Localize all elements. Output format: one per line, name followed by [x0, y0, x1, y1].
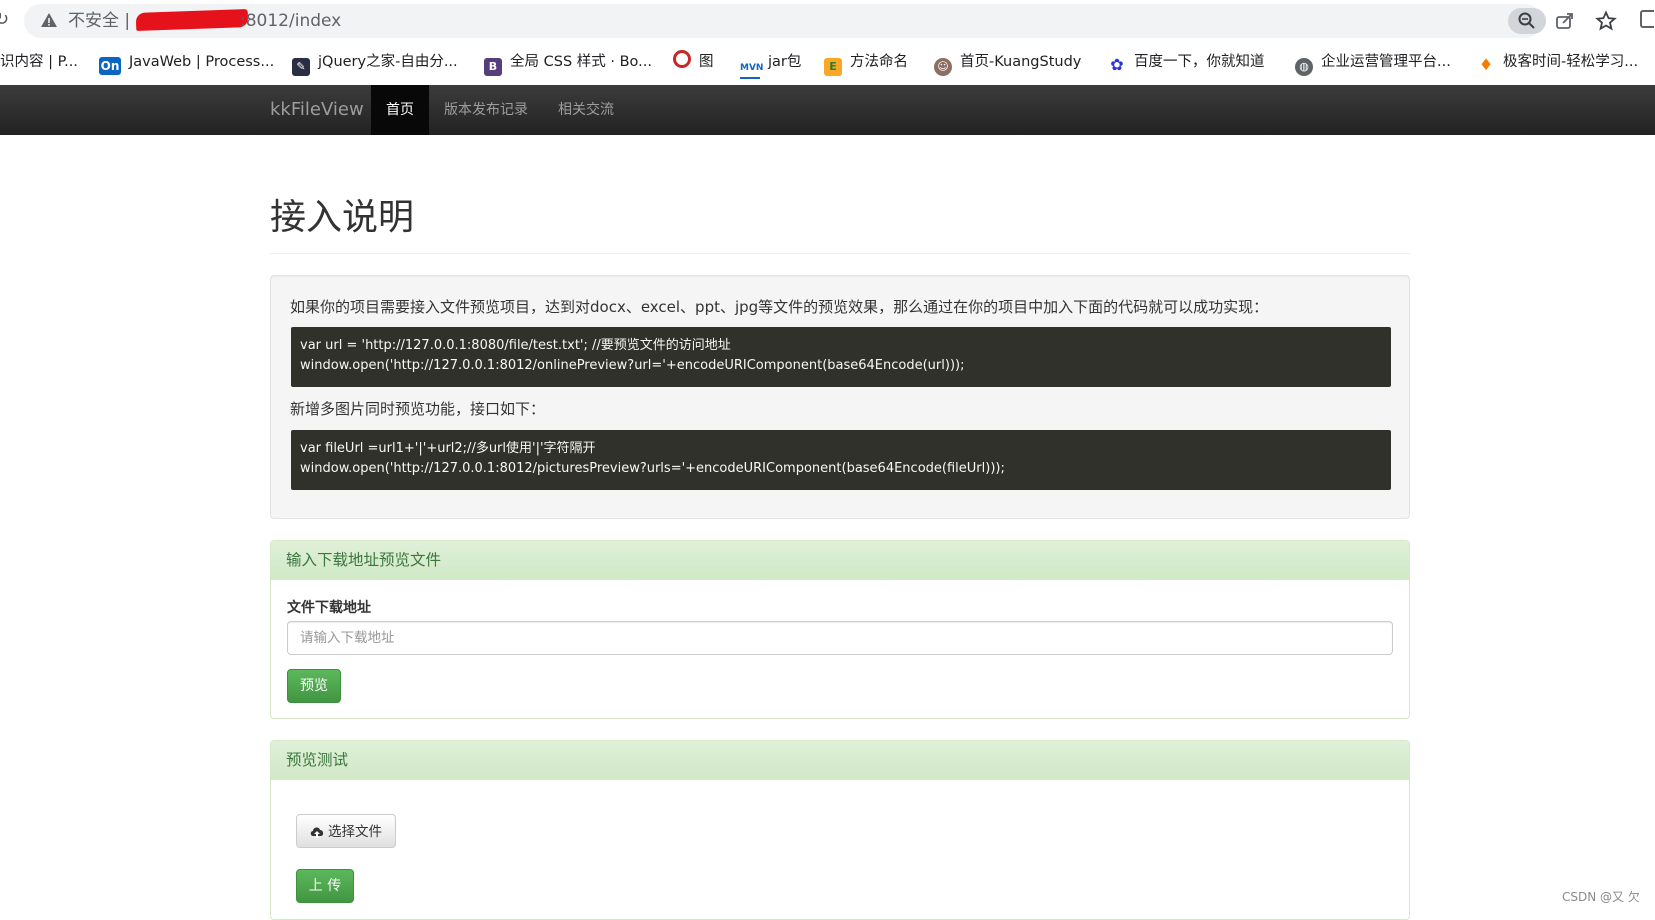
- on-logo-icon: On: [99, 57, 121, 75]
- bookmark-item[interactable]: ✿ 百度一下，你就知道: [1108, 48, 1265, 76]
- zoom-button[interactable]: [1508, 8, 1546, 34]
- avatar-icon: ☺: [934, 58, 952, 76]
- bookmark-item[interactable]: 识内容 | P...: [0, 48, 78, 76]
- warning-icon: [41, 13, 57, 27]
- preview-test-panel: 预览测试 选择文件 上 传: [270, 740, 1410, 920]
- bookmark-item[interactable]: On JavaWeb | Process...: [99, 48, 274, 76]
- bookmarks-bar: 识内容 | P... On JavaWeb | Process... ✎ jQuer…: [0, 48, 1655, 79]
- star-icon[interactable]: [1595, 10, 1617, 32]
- bookmark-item[interactable]: E 方法命名: [824, 48, 908, 76]
- download-url-panel: 输入下载地址预览文件 文件下载地址 预览: [270, 540, 1410, 719]
- side-panel-icon[interactable]: [1640, 10, 1654, 28]
- address-bar[interactable]: 不安全 | :8012/index: [24, 4, 1617, 38]
- page-title: 接入说明: [270, 197, 415, 238]
- bookmark-item[interactable]: ✎ jQuery之家-自由分...: [292, 48, 458, 76]
- top-navbar: kkFileView 首页 版本发布记录 相关交流: [0, 85, 1655, 135]
- security-label: 不安全 |: [68, 11, 131, 31]
- code-line: window.open('http://127.0.0.1:8012/pictu…: [300, 461, 1005, 476]
- bootstrap-icon: B: [484, 58, 502, 76]
- reload-icon[interactable]: ↻: [0, 8, 14, 32]
- paw-icon: ✿: [1108, 56, 1126, 74]
- intro-well: 如果你的项目需要接入文件预览项目，达到对docx、excel、ppt、jpg等文…: [270, 275, 1410, 519]
- browser-chrome: ↻ 不安全 | :8012/index 识内容 | P... On JavaWe…: [0, 0, 1655, 85]
- multi-preview-title: 新增多图片同时预览功能，接口如下：: [290, 400, 546, 418]
- nav-item-community[interactable]: 相关交流: [543, 85, 629, 135]
- code-block-multi: var fileUrl =url1+'|'+url2;//多url使用'|'字符…: [291, 430, 1391, 490]
- e-logo-icon: E: [824, 58, 842, 76]
- redacted-host: [135, 9, 249, 31]
- ring-icon: [673, 50, 691, 68]
- code-line: var fileUrl =url1+'|'+url2;//多url使用'|'字符…: [300, 441, 596, 456]
- bookmark-item[interactable]: ♦ 极客时间-轻松学习...: [1477, 48, 1638, 76]
- code-block-single: var url = 'http://127.0.0.1:8080/file/te…: [291, 327, 1391, 387]
- choose-file-button[interactable]: 选择文件: [296, 814, 396, 848]
- preview-button[interactable]: 预览: [287, 669, 341, 703]
- pin-icon: ♦: [1477, 55, 1495, 74]
- maven-icon: MVN: [740, 59, 763, 79]
- watermark: CSDN @又 欠: [1562, 890, 1640, 904]
- zoom-icon: [1518, 12, 1535, 29]
- bookmark-item[interactable]: ☺ 首页-KuangStudy: [934, 48, 1081, 76]
- cloud-upload-icon: [310, 827, 324, 838]
- panel-heading: 输入下载地址预览文件: [271, 541, 1409, 580]
- url-text[interactable]: :8012/index: [240, 10, 341, 32]
- intro-description: 如果你的项目需要接入文件预览项目，达到对docx、excel、ppt、jpg等文…: [290, 298, 1269, 316]
- bookmark-item[interactable]: ◍ 企业运营管理平台...: [1295, 48, 1451, 76]
- brand-link[interactable]: kkFileView: [270, 85, 364, 135]
- share-icon[interactable]: [1554, 10, 1576, 32]
- nav-item-release-notes[interactable]: 版本发布记录: [429, 85, 543, 135]
- nav-item-home[interactable]: 首页: [371, 85, 429, 135]
- globe-icon: ◍: [1295, 58, 1313, 76]
- code-line: var url = 'http://127.0.0.1:8080/file/te…: [300, 338, 731, 353]
- code-line: window.open('http://127.0.0.1:8012/onlin…: [300, 358, 965, 373]
- panel-heading: 预览测试: [271, 741, 1409, 780]
- title-divider: [270, 253, 1410, 254]
- bookmark-item[interactable]: 图: [673, 48, 714, 76]
- file-url-label: 文件下载地址: [287, 600, 371, 616]
- leaf-icon: ✎: [292, 58, 310, 76]
- upload-button[interactable]: 上 传: [296, 869, 354, 903]
- file-url-input[interactable]: [287, 621, 1393, 655]
- bookmark-item[interactable]: B 全局 CSS 样式 · Bo...: [484, 48, 652, 76]
- bookmark-item[interactable]: MVN jar包: [740, 48, 801, 79]
